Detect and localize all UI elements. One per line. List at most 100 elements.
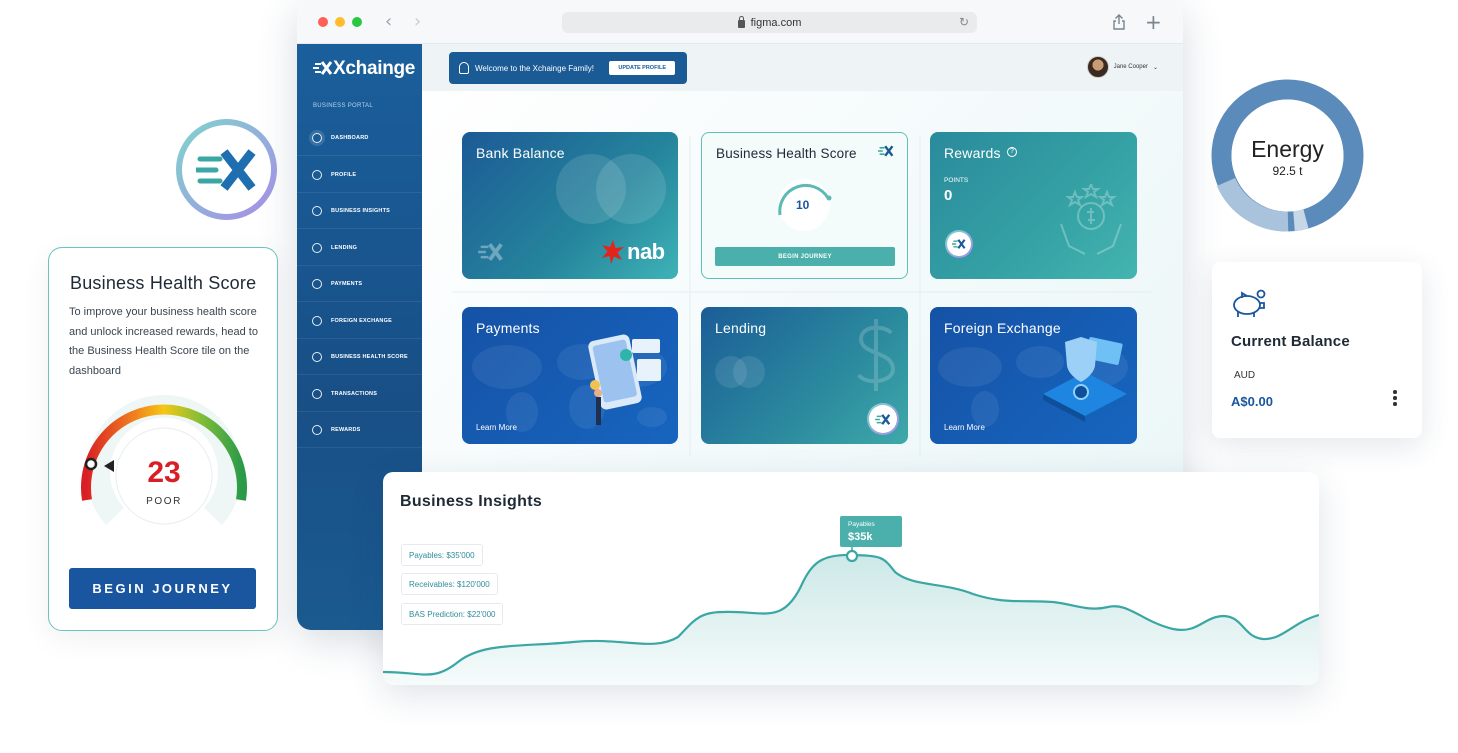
user-menu[interactable]: Jane Cooper ⌄ [1086, 56, 1158, 78]
chevron-down-icon: ⌄ [1152, 64, 1158, 71]
lending-icon [312, 242, 322, 253]
sidebar-item-transactions[interactable]: TRANSACTIONS [297, 376, 422, 412]
sidebar-item-label: BUSINESS HEALTH SCORE [331, 353, 408, 360]
top-bar: Welcome to the Xchainge Family! UPDATE P… [422, 44, 1183, 91]
learn-more-link[interactable]: Learn More [944, 423, 985, 432]
exchange-icon [312, 315, 322, 326]
more-options-icon[interactable] [1393, 390, 1397, 406]
rewards-badge [945, 230, 973, 258]
piggy-bank-icon [1233, 289, 1266, 317]
card-title: Lending [715, 320, 767, 336]
energy-donut: Energy 92.5 t [1210, 78, 1365, 233]
lock-icon [737, 15, 745, 28]
card-title: Bank Balance [476, 145, 565, 161]
sidebar-item-business-health-score[interactable]: BUSINESS HEALTH SCORE [297, 339, 422, 375]
tooltip-value: $35k [848, 531, 873, 543]
foreign-exchange-card[interactable]: Foreign Exchange Learn More [930, 307, 1137, 444]
dashboard-icon [312, 132, 322, 143]
payments-icon [312, 278, 322, 289]
score-rating: POOR [146, 496, 182, 507]
health-score-panel: Business Health Score To improve your bu… [48, 247, 278, 631]
currency-label: AUD [1234, 370, 1256, 381]
begin-journey-button[interactable]: BEGIN JOURNEY [69, 568, 256, 609]
panel-title: Current Balance [1231, 333, 1350, 350]
xchainge-logo-badge [176, 119, 277, 220]
energy-label: Energy [1251, 136, 1324, 162]
sidebar-item-label: BUSINESS INSIGHTS [331, 207, 391, 214]
health-score-card[interactable]: Business Health Score 10 BEGIN JOURNEY [701, 132, 908, 279]
card-title: Rewards [944, 145, 1001, 161]
xchainge-logo[interactable]: Xchainge [313, 58, 415, 80]
rewards-hands-icon [1060, 184, 1122, 255]
minimize-window-button[interactable] [335, 17, 345, 27]
sidebar-item-lending[interactable]: LENDING [297, 230, 422, 266]
user-name: Jane Cooper [1113, 64, 1148, 70]
phone-illustration [588, 334, 661, 425]
sidebar-item-label: LENDING [331, 244, 358, 251]
xchainge-mark-icon [952, 239, 966, 249]
sidebar-item-payments[interactable]: PAYMENTS [297, 266, 422, 302]
welcome-banner: Welcome to the Xchainge Family! UPDATE P… [449, 52, 687, 84]
avatar [1086, 56, 1109, 78]
share-icon[interactable] [1112, 14, 1126, 30]
nab-text: nab [627, 239, 665, 264]
business-insights-panel: Business Insights Payables: $35'000 Rece… [383, 472, 1319, 685]
points-label: POINTS [944, 177, 969, 184]
chart-tooltip: Payables $35k [840, 516, 902, 547]
rewards-card[interactable]: Rewards ? POINTS 0 [930, 132, 1137, 279]
xchainge-mark-icon [878, 145, 894, 157]
sidebar-item-label: REWARDS [331, 426, 361, 433]
back-button[interactable]: ‹ [385, 11, 392, 32]
reload-icon[interactable]: ↻ [959, 15, 969, 29]
score-value: 10 [796, 198, 810, 212]
lending-badge [867, 403, 899, 435]
user-icon [459, 62, 469, 74]
sidebar-item-label: PAYMENTS [331, 280, 363, 287]
lending-card[interactable]: Lending [701, 307, 908, 444]
payments-card[interactable]: Payments Learn More [462, 307, 678, 444]
xchainge-mark-icon [195, 148, 256, 191]
score-value: 23 [147, 456, 181, 489]
sidebar-item-profile[interactable]: PROFILE [297, 157, 422, 193]
sidebar-item-business-insights[interactable]: BUSINESS INSIGHTS [297, 193, 422, 229]
xchainge-mark-icon [875, 413, 891, 425]
address-bar[interactable]: figma.com ↻ [562, 12, 977, 33]
star-icon [312, 424, 322, 435]
sidebar-item-label: PROFILE [331, 171, 357, 178]
sidebar-item-rewards[interactable]: REWARDS [297, 412, 422, 448]
sidebar-item-label: TRANSACTIONS [331, 390, 378, 397]
card-circle [733, 356, 765, 388]
sidebar-item-foreign-exchange[interactable]: FOREIGN EXCHANGE [297, 303, 422, 339]
nab-star-icon [602, 240, 624, 264]
logo-text: Xchainge [333, 58, 416, 79]
card-title: Business Health Score [716, 146, 857, 161]
energy-value: 92.5 t [1272, 164, 1303, 178]
globe-icon [312, 388, 322, 399]
current-balance-panel: Current Balance AUD A$0.00 [1212, 262, 1422, 438]
help-icon[interactable]: ? [1007, 147, 1017, 157]
sidebar-item-label: DASHBOARD [331, 134, 369, 141]
insights-area-chart [383, 547, 1319, 685]
portal-label: BUSINESS PORTAL [313, 103, 373, 109]
xchainge-mark-icon [478, 243, 503, 261]
new-tab-button[interactable]: + [1145, 10, 1162, 34]
bank-balance-card[interactable]: Bank Balance nab [462, 132, 678, 279]
maximize-window-button[interactable] [352, 17, 362, 27]
xchainge-mark-icon [313, 61, 333, 75]
browser-toolbar: ‹ › figma.com ↻ + [297, 0, 1183, 44]
dollar-icon [857, 319, 896, 391]
user-icon [312, 169, 322, 180]
health-icon [312, 351, 322, 362]
update-profile-button[interactable]: UPDATE PROFILE [609, 61, 675, 75]
panel-title: Business Health Score [70, 273, 257, 293]
close-window-button[interactable] [318, 17, 328, 27]
insights-icon [312, 205, 322, 216]
tooltip-label: Payables [848, 521, 875, 528]
begin-journey-button[interactable]: BEGIN JOURNEY [715, 247, 895, 266]
sidebar-item-dashboard[interactable]: DASHBOARD [297, 120, 422, 156]
card-circle [596, 154, 666, 224]
panel-description: To improve your business health score an… [69, 306, 258, 377]
forward-button[interactable]: › [414, 11, 421, 32]
learn-more-link[interactable]: Learn More [476, 423, 517, 432]
points-value: 0 [944, 187, 953, 204]
